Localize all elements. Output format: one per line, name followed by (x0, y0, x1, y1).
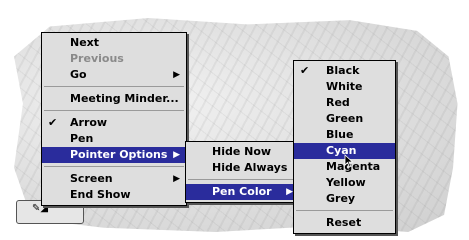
menu-item-label: Meeting Minder... (70, 92, 179, 105)
menu-item-reset[interactable]: Reset (294, 215, 395, 231)
menu-item-pen[interactable]: Pen (42, 131, 186, 147)
menu-item-label: Arrow (70, 116, 108, 129)
menu-item-label: Go (70, 68, 87, 81)
menu-item-label: End Show (70, 188, 131, 201)
submenu-arrow-icon: ▶ (173, 70, 180, 80)
menu-item-label: Black (326, 64, 360, 77)
menu-item-hide-now[interactable]: Hide Now (186, 144, 299, 160)
menu-item-label: Pen Color (212, 185, 272, 198)
submenu-arrow-icon: ▶ (173, 174, 180, 184)
menu-item-yellow[interactable]: Yellow (294, 175, 395, 191)
menu-item-screen[interactable]: Screen ▶ (42, 171, 186, 187)
pointer-options-submenu: Hide Now Hide Always Pen Color ▶ (185, 141, 300, 203)
menu-item-red[interactable]: Red (294, 95, 395, 111)
slideshow-popup-menu: Next Previous Go ▶ Meeting Minder... ✔ Arr… (41, 32, 187, 206)
menu-item-hide-always[interactable]: Hide Always (186, 160, 299, 176)
menu-separator (42, 107, 186, 115)
menu-item-label: Green (326, 112, 364, 125)
menu-item-end-show[interactable]: End Show (42, 187, 186, 203)
menu-item-label: Pen (70, 132, 94, 145)
menu-item-arrow[interactable]: ✔ Arrow (42, 115, 186, 131)
menu-item-meeting-minder[interactable]: Meeting Minder... (42, 91, 186, 107)
menu-separator (42, 163, 186, 171)
menu-item-label: Hide Now (212, 145, 272, 158)
menu-item-green[interactable]: Green (294, 111, 395, 127)
menu-item-pen-color[interactable]: Pen Color ▶ (186, 184, 299, 200)
menu-item-label: White (326, 80, 363, 93)
menu-item-label: Hide Always (212, 161, 288, 174)
menu-separator (186, 176, 299, 184)
menu-item-label: Pointer Options (70, 148, 168, 161)
menu-item-label: Screen (70, 172, 113, 185)
menu-item-label: Red (326, 96, 350, 109)
menu-item-next[interactable]: Next (42, 35, 186, 51)
menu-item-go[interactable]: Go ▶ (42, 67, 186, 83)
menu-item-previous[interactable]: Previous (42, 51, 186, 67)
checkmark-icon: ✔ (48, 116, 58, 129)
menu-item-blue[interactable]: Blue (294, 127, 395, 143)
menu-item-white[interactable]: White (294, 79, 395, 95)
submenu-arrow-icon: ▶ (286, 187, 293, 197)
menu-item-label: Next (70, 36, 100, 49)
submenu-arrow-icon: ▶ (173, 150, 180, 160)
menu-item-label: Previous (70, 52, 124, 65)
menu-item-grey[interactable]: Grey (294, 191, 395, 207)
menu-item-label: Grey (326, 192, 356, 205)
menu-item-black[interactable]: ✔ Black (294, 63, 395, 79)
menu-item-pointer-options[interactable]: Pointer Options ▶ (42, 147, 186, 163)
menu-item-label: Yellow (326, 176, 366, 189)
checkmark-icon: ✔ (300, 64, 310, 77)
menu-item-label: Reset (326, 216, 362, 229)
pen-color-submenu: ✔ Black White Red Green Blue Cyan Magenta… (293, 60, 396, 234)
menu-item-label: Blue (326, 128, 354, 141)
menu-separator (42, 83, 186, 91)
pointer-cursor-icon (344, 154, 354, 168)
menu-separator (294, 207, 395, 215)
